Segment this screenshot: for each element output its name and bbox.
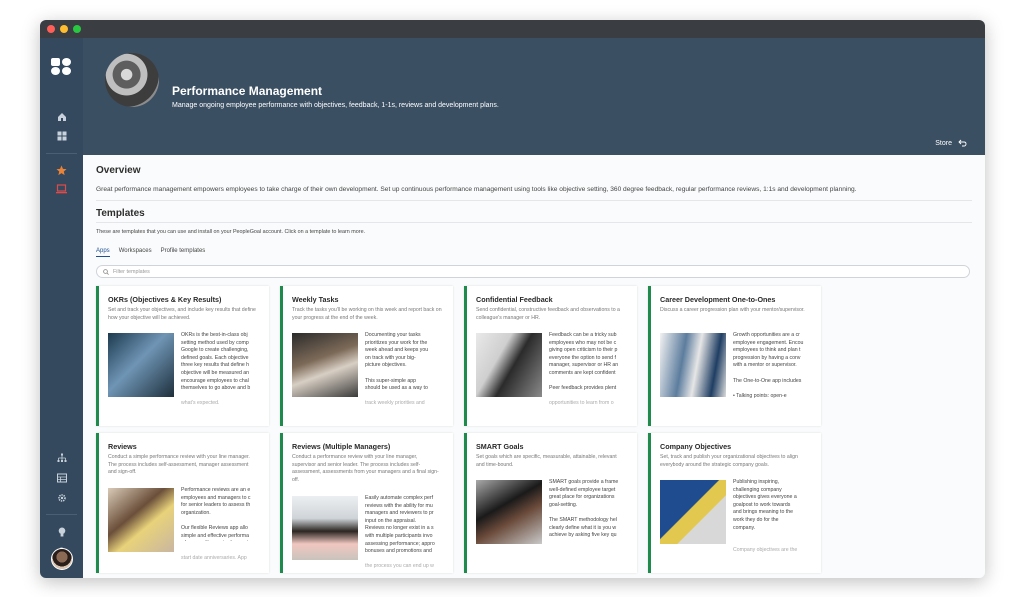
card-description: Discuss a career progression plan with y…	[660, 307, 805, 313]
card-body-continued: track weekly priorities and	[365, 400, 425, 406]
card-image	[476, 480, 542, 544]
section-divider	[96, 200, 972, 201]
card-body: Performance reviews are an e employees a…	[181, 487, 251, 541]
card-body: Publishing inspiring, challenging compan…	[733, 479, 797, 531]
card-image	[660, 333, 726, 397]
card-title: Company Objectives	[660, 442, 732, 451]
card-image	[292, 496, 358, 560]
card-body: Easily automate complex perf reviews wit…	[365, 495, 435, 555]
main-content: Overview Great performance management em…	[83, 155, 985, 578]
close-window-dot[interactable]	[47, 25, 55, 33]
card-title: Reviews	[108, 442, 137, 451]
star-icon[interactable]	[40, 161, 83, 179]
template-tabs: Apps Workspaces Profile templates	[96, 248, 205, 257]
user-avatar[interactable]	[51, 548, 73, 570]
tab-workspaces[interactable]: Workspaces	[119, 248, 152, 257]
template-card-reviews-multiple-managers[interactable]: Reviews (Multiple Managers) Conduct a pe…	[280, 433, 453, 573]
card-image	[292, 333, 358, 397]
overview-text: Great performance management empowers em…	[96, 186, 857, 193]
sidebar	[40, 38, 83, 578]
card-body: Growth opportunities are a cr employee e…	[733, 332, 804, 399]
gear-icon[interactable]	[40, 489, 83, 507]
card-title: OKRs (Objectives & Key Results)	[108, 295, 222, 304]
card-body-continued: opportunities to learn from o	[549, 400, 614, 406]
dashboard-icon[interactable]	[40, 127, 83, 145]
table-icon[interactable]	[40, 469, 83, 487]
card-body: Documenting your tasks prioritizes your …	[365, 332, 429, 392]
minimize-window-dot[interactable]	[60, 25, 68, 33]
tab-profile-templates[interactable]: Profile templates	[161, 248, 206, 257]
card-body: OKRs is the best-in-class obj setting me…	[181, 332, 251, 392]
page-header: Performance Management Manage ongoing em…	[83, 38, 985, 155]
template-card-confidential-feedback[interactable]: Confidential Feedback Send confidential,…	[464, 286, 637, 426]
card-title: Career Development One-to-Ones	[660, 295, 776, 304]
templates-description: These are templates that you can use and…	[96, 229, 366, 235]
overview-title: Overview	[96, 165, 141, 176]
filter-box	[96, 265, 970, 278]
card-title: Confidential Feedback	[476, 295, 553, 304]
card-description: Track the tasks you'll be working on thi…	[292, 307, 442, 321]
search-icon	[103, 268, 109, 275]
template-card-company-objectives[interactable]: Company Objectives Set, track and publis…	[648, 433, 821, 573]
card-image	[108, 488, 174, 552]
card-body: SMART goals provide a frame well-defined…	[549, 479, 619, 539]
undo-icon	[958, 139, 967, 147]
sidebar-divider	[46, 153, 77, 154]
template-card-okrs[interactable]: OKRs (Objectives & Key Results) Set and …	[96, 286, 269, 426]
card-body: Feedback can be a tricky sub employees w…	[549, 332, 619, 392]
maximize-window-dot[interactable]	[73, 25, 81, 33]
template-card-weekly-tasks[interactable]: Weekly Tasks Track the tasks you'll be w…	[280, 286, 453, 426]
page-subtitle: Manage ongoing employee performance with…	[172, 102, 499, 109]
titlebar	[40, 20, 985, 38]
card-description: Conduct a performance review with your l…	[292, 454, 439, 483]
app-logo[interactable]	[51, 58, 72, 75]
card-body-continued: Company objectives are the	[733, 547, 798, 553]
laptop-icon[interactable]	[40, 180, 83, 198]
template-card-smart-goals[interactable]: SMART Goals Set goals which are specific…	[464, 433, 637, 573]
lightbulb-icon[interactable]	[40, 523, 83, 541]
card-title: Weekly Tasks	[292, 295, 339, 304]
card-description: Set goals which are specific, measurable…	[476, 454, 617, 468]
card-body-continued: the process you can end up w	[365, 563, 434, 569]
card-description: Conduct a simple performance review with…	[108, 454, 250, 476]
app-window: Performance Management Manage ongoing em…	[40, 20, 985, 578]
home-icon[interactable]	[40, 108, 83, 126]
card-image	[660, 480, 726, 544]
card-body-continued: what's expected.	[181, 400, 220, 406]
card-description: Set, track and publish your organization…	[660, 454, 798, 468]
section-divider	[96, 222, 972, 223]
card-description: Send confidential, constructive feedback…	[476, 307, 620, 321]
store-button[interactable]: Store	[935, 139, 967, 147]
card-image	[108, 333, 174, 397]
org-chart-icon[interactable]	[40, 449, 83, 467]
card-title: SMART Goals	[476, 442, 524, 451]
store-label: Store	[935, 139, 952, 147]
template-card-reviews[interactable]: Reviews Conduct a simple performance rev…	[96, 433, 269, 573]
card-body-continued: start date anniversaries. App	[181, 555, 247, 561]
sidebar-divider	[46, 514, 77, 515]
header-image	[105, 53, 159, 107]
tab-apps[interactable]: Apps	[96, 248, 110, 257]
page-title: Performance Management	[172, 84, 323, 98]
card-image	[476, 333, 542, 397]
card-description: Set and track your objectives, and inclu…	[108, 307, 256, 321]
card-title: Reviews (Multiple Managers)	[292, 442, 391, 451]
filter-templates-input[interactable]	[113, 268, 813, 275]
templates-title: Templates	[96, 208, 145, 219]
template-card-career-development[interactable]: Career Development One-to-Ones Discuss a…	[648, 286, 821, 426]
